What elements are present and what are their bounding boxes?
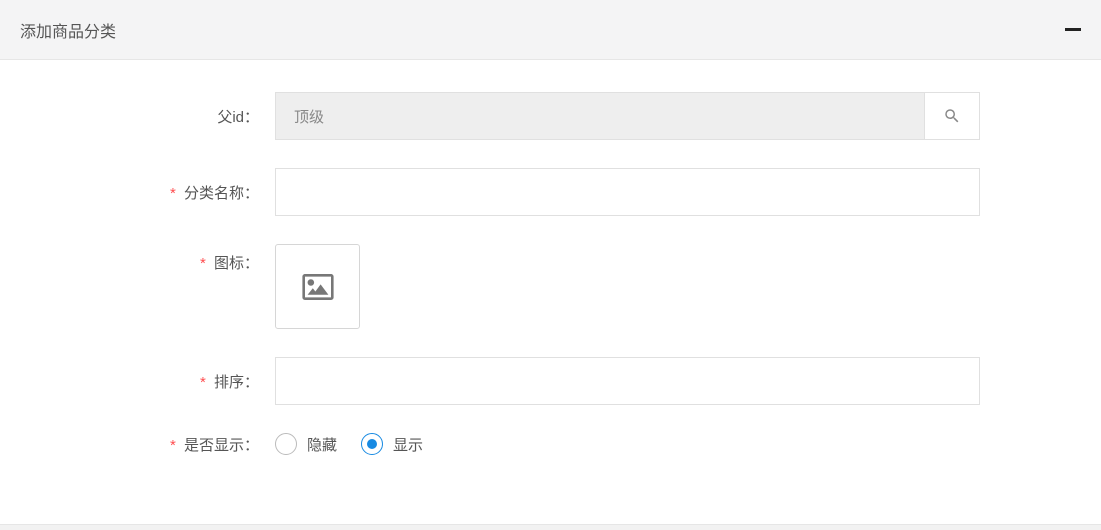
radio-hide-circle xyxy=(275,433,297,455)
radio-hide-label: 隐藏 xyxy=(307,434,337,455)
dialog-title: 添加商品分类 xyxy=(20,18,116,42)
radio-show-label: 显示 xyxy=(393,434,423,455)
row-icon: * 图标： xyxy=(0,244,1041,329)
category-name-input[interactable] xyxy=(275,168,980,216)
label-sort: * 排序： xyxy=(0,371,275,392)
search-icon xyxy=(943,107,961,125)
required-asterisk: * xyxy=(170,185,176,202)
icon-wrapper xyxy=(275,244,1041,329)
label-category-name: * 分类名称： xyxy=(0,182,275,203)
category-name-wrapper xyxy=(275,168,1041,216)
parent-id-input[interactable] xyxy=(275,92,925,140)
minimize-icon[interactable] xyxy=(1065,28,1081,31)
label-sort-text: 排序： xyxy=(214,374,259,391)
parent-id-input-group xyxy=(275,92,980,140)
sort-input[interactable] xyxy=(275,357,980,405)
radio-show-dot xyxy=(367,439,377,449)
form-container: 父id： * 分类名称： * 图标： xyxy=(0,60,1101,455)
label-icon: * 图标： xyxy=(0,244,275,273)
label-parent-id: 父id： xyxy=(0,106,275,127)
label-visible: * 是否显示： xyxy=(0,434,275,455)
label-parent-id-text: 父id： xyxy=(217,109,259,126)
required-asterisk: * xyxy=(200,374,206,391)
visible-radio-group: 隐藏 显示 xyxy=(275,433,423,455)
required-asterisk: * xyxy=(170,437,176,454)
parent-id-search-button[interactable] xyxy=(925,92,980,140)
label-category-name-text: 分类名称： xyxy=(184,185,259,202)
row-sort: * 排序： xyxy=(0,357,1041,405)
radio-show-circle xyxy=(361,433,383,455)
image-icon xyxy=(302,274,334,300)
sort-wrapper xyxy=(275,357,1041,405)
label-visible-text: 是否显示： xyxy=(184,437,259,454)
visible-wrapper: 隐藏 显示 xyxy=(275,433,1041,455)
bottom-border xyxy=(0,524,1101,530)
dialog-header: 添加商品分类 xyxy=(0,0,1101,60)
radio-show[interactable]: 显示 xyxy=(361,433,423,455)
parent-id-wrapper xyxy=(275,92,1041,140)
required-asterisk: * xyxy=(200,255,206,272)
radio-hide[interactable]: 隐藏 xyxy=(275,433,337,455)
row-visible: * 是否显示： 隐藏 显示 xyxy=(0,433,1041,455)
label-icon-text: 图标： xyxy=(214,255,259,272)
row-category-name: * 分类名称： xyxy=(0,168,1041,216)
icon-upload-button[interactable] xyxy=(275,244,360,329)
row-parent-id: 父id： xyxy=(0,92,1041,140)
